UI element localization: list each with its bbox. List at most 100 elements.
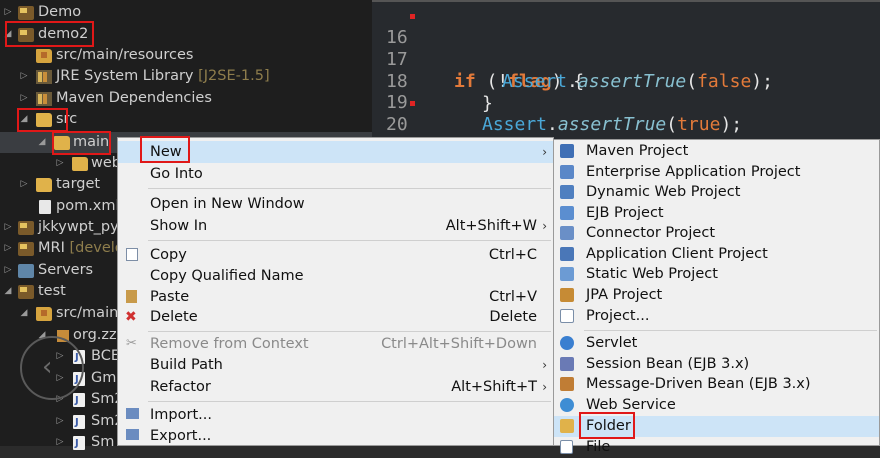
- copy-icon: [126, 248, 138, 261]
- submenu-item-file[interactable]: File: [554, 437, 879, 458]
- collapsed-arrow-icon[interactable]: ▷: [2, 260, 14, 281]
- submenu-arrow-icon: ›: [542, 358, 547, 372]
- collapsed-arrow-icon[interactable]: ▷: [18, 174, 30, 195]
- menu-shortcut: Delete: [489, 309, 537, 325]
- submenu-item-label: Enterprise Application Project: [586, 164, 801, 180]
- tree-item-label: jkkywpt_py: [38, 219, 119, 235]
- session-bean-icon: [560, 357, 574, 371]
- submenu-item-dynamic-web-project[interactable]: Dynamic Web Project: [554, 182, 879, 203]
- annotation-box-folder: [579, 412, 635, 439]
- folder-icon: [36, 178, 52, 192]
- menu-item-paste[interactable]: Paste Ctrl+V: [118, 286, 553, 308]
- menu-item-build-path[interactable]: Build Path ›: [118, 354, 553, 376]
- ejb-project-icon: [560, 206, 574, 220]
- xml-file-icon: [39, 200, 51, 214]
- submenu-item-jpa-project[interactable]: JPA Project: [554, 285, 879, 306]
- tree-item-label: pom.xml: [56, 198, 120, 214]
- submenu-item-label: Session Bean (EJB 3.x): [586, 356, 750, 372]
- code-text: Assert.assertTrue(false);: [502, 71, 773, 92]
- menu-item-refactor[interactable]: Refactor Alt+Shift+T ›: [118, 376, 553, 398]
- expanded-arrow-icon[interactable]: ◢: [36, 132, 48, 153]
- submenu-item-message-driven-bean[interactable]: Message-Driven Bean (EJB 3.x): [554, 374, 879, 395]
- menu-item-show-in[interactable]: Show In Alt+Shift+W ›: [118, 215, 553, 237]
- submenu-item-ejb-project[interactable]: EJB Project: [554, 203, 879, 224]
- remove-from-context-icon: ✂: [126, 336, 137, 351]
- java-file-icon: [73, 412, 85, 433]
- new-submenu: Maven Project Enterprise Application Pro…: [553, 139, 880, 455]
- menu-separator: [148, 401, 551, 402]
- submenu-item-static-web-project[interactable]: Static Web Project: [554, 264, 879, 285]
- servers-icon: [18, 264, 34, 278]
- breakpoint-marker-icon[interactable]: [410, 101, 415, 106]
- submenu-arrow-icon: ›: [542, 219, 547, 233]
- web-service-icon: [560, 398, 574, 412]
- menu-item-import[interactable]: Import...: [118, 404, 553, 426]
- menu-item-label: Copy Qualified Name: [150, 268, 304, 284]
- java-file-icon: [73, 433, 85, 454]
- expanded-arrow-icon[interactable]: ◢: [2, 281, 14, 302]
- menu-shortcut: Ctrl+V: [489, 289, 537, 305]
- source-folder-icon: [36, 49, 52, 63]
- context-menu: New › Go Into Open in New Window Show In…: [117, 136, 554, 447]
- tree-item-label: src/main/: [56, 305, 124, 321]
- back-navigation-button[interactable]: ‹: [20, 336, 84, 400]
- tree-item-label: Maven Dependencies: [56, 90, 212, 106]
- annotation-box-demo2: [5, 21, 94, 47]
- expanded-arrow-icon[interactable]: ◢: [18, 303, 30, 324]
- export-icon: [126, 429, 139, 440]
- menu-item-label: Copy: [150, 247, 187, 263]
- app-client-project-icon: [560, 247, 574, 261]
- submenu-item-connector-project[interactable]: Connector Project: [554, 223, 879, 244]
- submenu-separator: [584, 330, 877, 331]
- collapsed-arrow-icon[interactable]: ▷: [54, 411, 66, 432]
- annotation-box-src: [17, 108, 68, 132]
- code-text: }: [482, 93, 493, 114]
- collapsed-arrow-icon[interactable]: ▷: [18, 66, 30, 87]
- submenu-arrow-icon: ›: [542, 380, 547, 394]
- folder-icon: [560, 419, 574, 433]
- submenu-item-label: Dynamic Web Project: [586, 184, 741, 200]
- menu-shortcut: Alt+Shift+W: [445, 218, 537, 234]
- menu-item-label: Remove from Context: [150, 336, 309, 352]
- annotation-box-new: [140, 136, 190, 163]
- menu-item-copy[interactable]: Copy Ctrl+C: [118, 244, 553, 266]
- tree-item-label: Sm: [91, 434, 115, 450]
- collapsed-arrow-icon[interactable]: ▷: [18, 88, 30, 109]
- breakpoint-marker-icon[interactable]: [410, 14, 415, 19]
- menu-item-label: Import...: [150, 407, 212, 423]
- paste-icon: [126, 290, 137, 303]
- menu-item-go-into[interactable]: Go Into: [118, 163, 553, 185]
- collapsed-arrow-icon[interactable]: ▷: [2, 238, 14, 259]
- connector-project-icon: [560, 226, 574, 240]
- collapsed-arrow-icon[interactable]: ▷: [54, 432, 66, 453]
- menu-item-open-new-window[interactable]: Open in New Window: [118, 193, 553, 215]
- menu-item-label: Delete: [150, 309, 198, 325]
- submenu-item-label: Servlet: [586, 335, 638, 351]
- submenu-item-label: Connector Project: [586, 225, 716, 241]
- submenu-item-label: Message-Driven Bean (EJB 3.x): [586, 376, 811, 392]
- collapsed-arrow-icon[interactable]: ▷: [2, 2, 14, 23]
- menu-separator: [148, 188, 551, 189]
- code-line: 17 Assert.assertTrue(false);: [372, 27, 773, 92]
- menu-item-copy-qualified-name[interactable]: Copy Qualified Name: [118, 265, 553, 287]
- jpa-project-icon: [560, 288, 574, 302]
- menu-item-export[interactable]: Export...: [118, 425, 553, 447]
- mdb-icon: [560, 377, 574, 391]
- submenu-item-label: File: [586, 439, 611, 455]
- menu-item-delete[interactable]: ✖ Delete Delete: [118, 306, 553, 328]
- collapsed-arrow-icon[interactable]: ▷: [2, 217, 14, 238]
- menu-item-label: Paste: [150, 289, 190, 305]
- submenu-item-servlet[interactable]: Servlet: [554, 333, 879, 354]
- collapsed-arrow-icon[interactable]: ▷: [54, 153, 66, 174]
- delete-icon: ✖: [125, 309, 137, 325]
- submenu-item-session-bean[interactable]: Session Bean (EJB 3.x): [554, 354, 879, 375]
- library-icon: [36, 70, 52, 84]
- submenu-item-maven-project[interactable]: Maven Project: [554, 141, 879, 162]
- menu-shortcut: Ctrl+C: [488, 247, 537, 263]
- submenu-item-project[interactable]: Project...: [554, 306, 879, 327]
- submenu-item-enterprise-project[interactable]: Enterprise Application Project: [554, 162, 879, 183]
- submenu-item-app-client-project[interactable]: Application Client Project: [554, 244, 879, 265]
- menu-shortcut: Alt+Shift+T: [451, 379, 537, 395]
- menu-shortcut: Ctrl+Alt+Shift+Down: [381, 336, 537, 352]
- tree-item-label: org.zz: [73, 327, 117, 343]
